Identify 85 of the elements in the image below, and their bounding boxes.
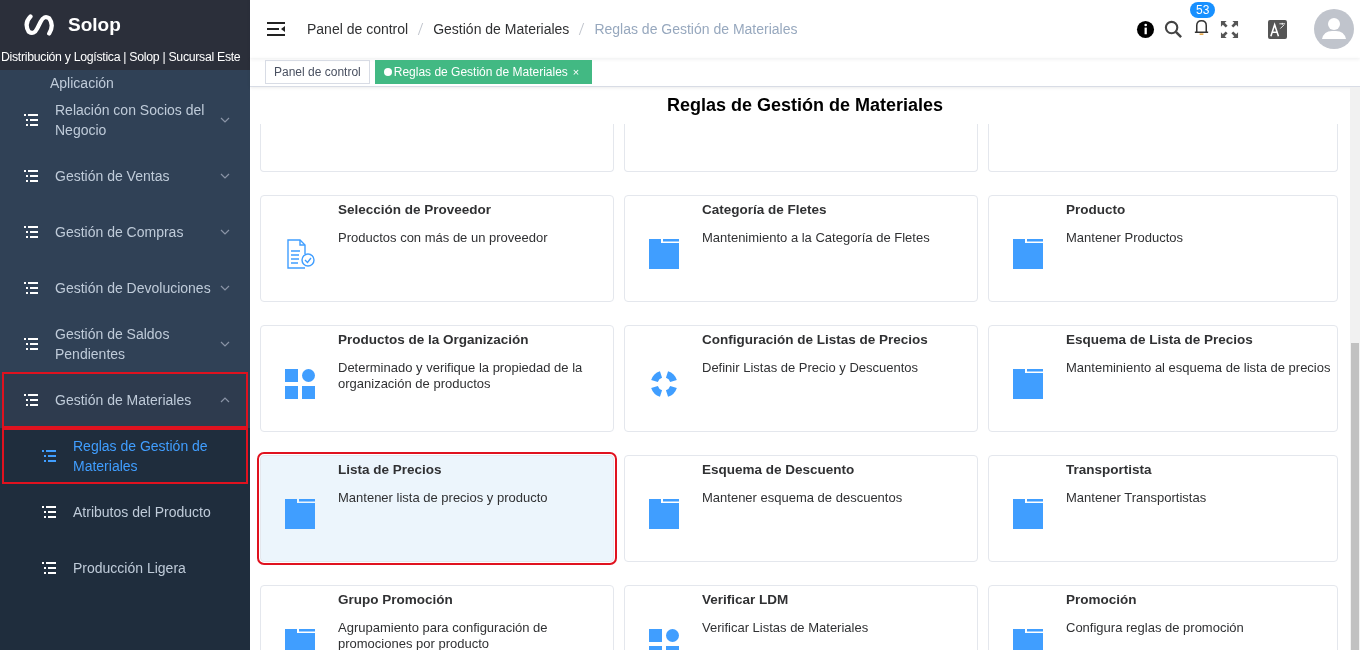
chevron-icon xyxy=(220,229,230,235)
grid-icon xyxy=(648,628,679,650)
list-icon xyxy=(24,114,38,126)
page-title: Reglas de Gestión de Materiales xyxy=(665,95,945,116)
card-title: Configuración de Listas de Precios xyxy=(702,332,928,347)
card-description: Mantener Transportistas xyxy=(1066,490,1207,506)
card-title: Promoción xyxy=(1066,592,1138,607)
menu-item[interactable]: Aplicación xyxy=(50,74,114,92)
rule-card[interactable]: Esquema de Lista de Precios Manteminiento al esquema de lista de precios xyxy=(988,325,1338,432)
brand-name: Solop xyxy=(68,14,121,36)
folder-icon xyxy=(284,628,315,650)
document-check-icon xyxy=(284,238,315,269)
translate-icon[interactable] xyxy=(1268,19,1287,39)
submenu-item[interactable]: Producción Ligera xyxy=(2,540,248,596)
rule-card[interactable]: Lista de Precios Mantener lista de precios y producto xyxy=(260,455,614,562)
card-description: Mantenimiento a la Categoría de Fletes xyxy=(702,230,930,246)
submenu-item[interactable]: Reglas de Gestión de Materiales xyxy=(2,428,248,484)
rule-card[interactable]: Transportista Mantener Transportistas xyxy=(988,455,1338,562)
rule-card[interactable]: Productos de la Organización Determinado y verifique la propiedad de la organización de productos xyxy=(260,325,614,432)
scrollbar[interactable] xyxy=(1350,87,1360,650)
card-title: Selección de Proveedor xyxy=(338,202,493,217)
card-title: Categoría de Fletes xyxy=(702,202,828,217)
card-description: Configura reglas de promoción xyxy=(1066,620,1244,636)
list-icon xyxy=(42,450,56,462)
rule-card[interactable]: Verificar LDM Verificar Listas de Materiales xyxy=(624,585,978,650)
breadcrumb-item[interactable]: Gestión de Materiales xyxy=(433,21,570,37)
list-icon xyxy=(42,562,56,574)
list-icon xyxy=(24,394,38,406)
card-description: Manteminiento al esquema de lista de precios xyxy=(1066,360,1331,376)
card-description: Productos con más de un proveedor xyxy=(338,230,548,246)
card-title: Verificar LDM xyxy=(702,592,790,607)
chevron-icon xyxy=(220,341,230,347)
folder-icon xyxy=(1012,498,1043,529)
submenu-item[interactable]: Atributos del Producto xyxy=(2,484,248,540)
folder-icon xyxy=(1012,238,1043,269)
lifebuoy-icon xyxy=(648,368,679,399)
chevron-icon xyxy=(220,117,230,123)
logo-icon xyxy=(22,11,56,39)
rule-card[interactable]: Grupo Promoción Agrupamiento para configuración de promociones por producto xyxy=(260,585,614,650)
fullscreen-icon[interactable] xyxy=(1220,19,1239,39)
search-icon[interactable] xyxy=(1164,19,1183,39)
card-title: Esquema de Descuento xyxy=(702,462,856,477)
rule-card[interactable]: Promoción Configura reglas de promoción xyxy=(988,585,1338,650)
card-title: Producto xyxy=(1066,202,1127,217)
rule-card[interactable]: Selección de Proveedor Productos con más de un proveedor xyxy=(260,195,614,302)
breadcrumb-item[interactable]: Panel de control xyxy=(307,21,409,37)
organization-name: Distribución y Logística | Solop | Sucursal Este xyxy=(0,50,242,66)
card-description: Mantener esquema de descuentos xyxy=(702,490,903,506)
card-description: Verificar Listas de Materiales xyxy=(702,620,869,636)
list-icon xyxy=(24,170,38,182)
list-icon xyxy=(24,226,38,238)
folder-icon xyxy=(284,498,315,529)
card-title: Esquema de Lista de Precios xyxy=(1066,332,1254,347)
chevron-icon xyxy=(220,173,230,179)
list-icon xyxy=(24,338,38,350)
card-description: Mantener Productos xyxy=(1066,230,1184,246)
card-title: Productos de la Organización xyxy=(338,332,530,347)
breadcrumb-item: Reglas de Gestión de Materiales xyxy=(594,21,798,37)
info-icon[interactable] xyxy=(1136,19,1155,39)
folder-icon xyxy=(1012,368,1043,399)
card-description: Determinado y verifique la propiedad de la organización de productos xyxy=(338,360,584,392)
list-icon xyxy=(24,282,38,294)
rule-card[interactable]: Configuración de Listas de Precios Definir Listas de Precio y Descuentos xyxy=(624,325,978,432)
notification-badge: 53 xyxy=(1190,1,1216,18)
card-title: Transportista xyxy=(1066,462,1153,477)
rule-card[interactable]: Categoría de Fletes Mantenimiento a la Categoría de Fletes xyxy=(624,195,978,302)
folder-icon xyxy=(1012,628,1043,650)
page-tab[interactable]: Panel de control xyxy=(265,60,370,84)
bell-icon[interactable] xyxy=(1192,17,1211,37)
card-description: Mantener lista de precios y producto xyxy=(338,490,548,506)
folder-icon xyxy=(648,498,679,529)
card-description: Agrupamiento para configuración de promociones por producto xyxy=(338,620,549,650)
card-title: Grupo Promoción xyxy=(338,592,454,607)
active-dot xyxy=(383,68,392,76)
menu-icon[interactable] xyxy=(267,22,285,36)
chevron-icon xyxy=(220,285,230,291)
card-description: Definir Listas de Precio y Descuentos xyxy=(702,360,920,376)
card-title: Lista de Precios xyxy=(338,462,443,477)
chevron-icon xyxy=(220,397,230,403)
rule-card[interactable]: Esquema de Descuento Mantener esquema de descuentos xyxy=(624,455,978,562)
rule-card[interactable]: Producto Mantener Productos xyxy=(988,195,1338,302)
folder-icon xyxy=(648,238,679,269)
menu-group[interactable]: Gestión de Materiales xyxy=(2,372,248,428)
grid-icon xyxy=(284,368,315,399)
list-icon xyxy=(42,506,56,518)
